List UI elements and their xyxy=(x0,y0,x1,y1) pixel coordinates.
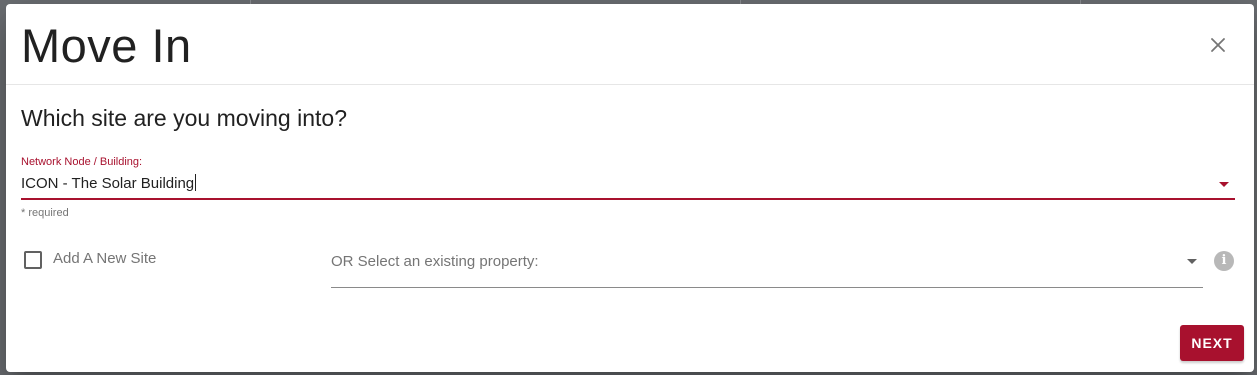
add-new-site-checkbox[interactable] xyxy=(24,251,42,269)
dialog-title: Move In xyxy=(21,19,192,72)
required-hint: * required xyxy=(21,207,69,219)
dialog-header: Move In xyxy=(6,4,1254,85)
close-icon xyxy=(1211,38,1225,52)
existing-property-select[interactable]: OR Select an existing property: xyxy=(331,244,1203,288)
site-question: Which site are you moving into? xyxy=(21,105,347,131)
move-in-dialog: Move In Which site are you moving into? … xyxy=(6,4,1254,372)
network-node-label: Network Node / Building: xyxy=(21,156,143,168)
next-button[interactable]: NEXT xyxy=(1180,325,1244,361)
network-node-value: ICON - The Solar Building xyxy=(21,175,195,192)
chevron-down-icon xyxy=(1187,259,1197,264)
network-node-select[interactable]: ICON - The Solar Building xyxy=(21,170,1235,200)
network-node-value-wrap: ICON - The Solar Building xyxy=(21,174,197,192)
close-button[interactable] xyxy=(1202,29,1234,61)
text-cursor xyxy=(195,174,197,191)
chevron-down-icon[interactable] xyxy=(1219,182,1229,187)
add-new-site-label[interactable]: Add A New Site xyxy=(53,250,156,267)
info-icon[interactable]: i xyxy=(1214,251,1234,271)
existing-property-placeholder: OR Select an existing property: xyxy=(331,253,539,270)
